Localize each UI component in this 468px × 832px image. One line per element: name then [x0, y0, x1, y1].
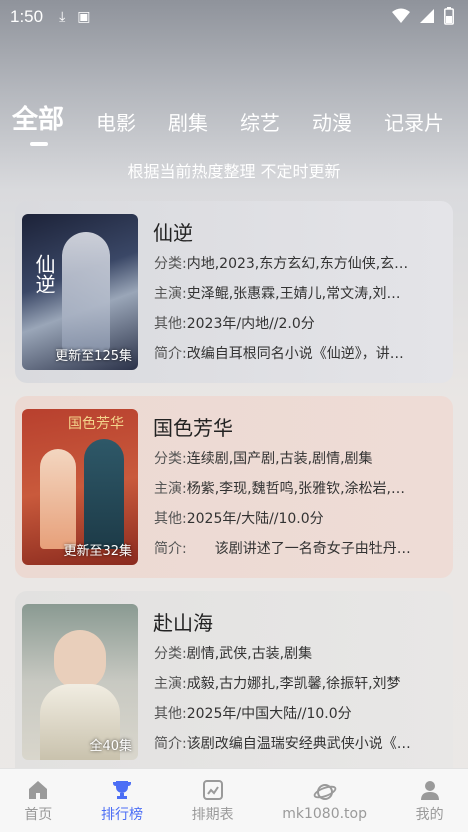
- cast-row: 主演:史泽鲲,张惠霖,王婧儿,常文涛,刘…: [154, 283, 444, 303]
- nav-schedule[interactable]: 排期表: [192, 778, 234, 824]
- wifi-icon: [392, 8, 410, 23]
- nav-ranking-label: 排行榜: [100, 806, 143, 823]
- intro-label: 简介:: [154, 346, 187, 362]
- category-tabs: 全部 电影 剧集 综艺 动漫 记录片: [0, 96, 468, 146]
- other-label: 其他:: [154, 316, 187, 332]
- nav-mine-label: 我的: [415, 806, 444, 823]
- intro-value: 改编自耳根同名小说《仙逆》，讲…: [186, 346, 404, 362]
- other-label: 其他:: [154, 511, 187, 527]
- intro-label: 简介:: [154, 541, 187, 557]
- bottom-nav: 首页 排行榜 排期表 mk1080.top 我的: [0, 768, 468, 832]
- category-label: 分类:: [154, 646, 187, 662]
- cast-label: 主演:: [154, 676, 187, 692]
- drama-card[interactable]: 全40集 赴山海 分类:剧情,武侠,古装,剧集 主演:成毅,古力娜扎,李凯馨,徐…: [15, 591, 453, 781]
- cast-value: 史泽鲲,张惠霖,王婧儿,常文涛,刘…: [186, 286, 401, 302]
- tab-all[interactable]: 全部: [12, 99, 64, 146]
- nav-home-label: 首页: [24, 806, 53, 823]
- poster-figure: [84, 439, 124, 549]
- category-value: 内地,2023,东方玄幻,东方仙侠,玄…: [186, 256, 409, 272]
- schedule-icon: [202, 779, 223, 800]
- poster-figure: [62, 232, 110, 352]
- other-value: 2025年/大陆//10.0分: [186, 511, 324, 527]
- intro-row: 简介:改编自耳根同名小说《仙逆》，讲…: [154, 343, 444, 363]
- other-row: 其他:2023年/内地//2.0分: [154, 313, 444, 333]
- episode-badge: 更新至125集: [55, 349, 132, 364]
- planet-icon: [313, 783, 336, 800]
- intro-value: 该剧讲述了一名奇女子由牡丹…: [186, 541, 411, 557]
- poster-image: 全40集: [22, 604, 138, 760]
- drama-card[interactable]: 仙逆 更新至125集 仙逆 分类:内地,2023,东方玄幻,东方仙侠,玄… 主演…: [15, 201, 453, 383]
- other-label: 其他:: [154, 706, 187, 722]
- status-time: 1:50: [10, 7, 44, 26]
- poster-image: 仙逆 更新至125集: [22, 214, 138, 370]
- notification-icon: ▣: [77, 9, 91, 25]
- tab-movie[interactable]: 电影: [96, 107, 136, 144]
- intro-label: 简介:: [154, 736, 187, 752]
- poster-image: 国色芳华 更新至32集: [22, 409, 138, 565]
- episode-badge: 更新至32集: [63, 544, 132, 559]
- card-title: 仙逆: [153, 221, 193, 245]
- poster-figure: [54, 630, 106, 690]
- category-row: 分类:连续剧,国产剧,古装,剧情,剧集: [154, 448, 444, 468]
- nav-mine[interactable]: 我的: [416, 778, 444, 824]
- signal-icon: [420, 9, 434, 23]
- tab-anime[interactable]: 动漫: [312, 107, 352, 144]
- intro-row: 简介:该剧改编自温瑞安经典武侠小说《…: [154, 733, 444, 753]
- tab-series[interactable]: 剧集: [168, 107, 208, 144]
- other-value: 2023年/内地//2.0分: [186, 316, 315, 332]
- other-row: 其他:2025年/大陆//10.0分: [154, 508, 444, 528]
- drama-card[interactable]: 国色芳华 更新至32集 国色芳华 分类:连续剧,国产剧,古装,剧情,剧集 主演:…: [15, 396, 453, 578]
- nav-site-label: mk1080.top: [282, 805, 367, 822]
- home-icon: [29, 780, 48, 799]
- cast-label: 主演:: [154, 286, 187, 302]
- other-row: 其他:2025年/中国大陆//10.0分: [154, 703, 444, 723]
- other-value: 2025年/中国大陆//10.0分: [186, 706, 352, 722]
- ranking-subtitle: 根据当前热度整理 不定时更新: [127, 162, 341, 181]
- category-row: 分类:剧情,武侠,古装,剧集: [154, 643, 444, 663]
- nav-home[interactable]: 首页: [24, 778, 52, 824]
- poster-figure: [40, 449, 76, 549]
- cast-row: 主演:杨紫,李现,魏哲鸣,张雅钦,涂松岩,…: [154, 478, 444, 498]
- intro-row: 简介: 该剧讲述了一名奇女子由牡丹…: [154, 538, 444, 558]
- cast-value: 杨紫,李现,魏哲鸣,张雅钦,涂松岩,…: [186, 481, 405, 497]
- category-value: 连续剧,国产剧,古装,剧情,剧集: [186, 451, 373, 467]
- category-label: 分类:: [154, 451, 187, 467]
- poster-title: 国色芳华: [68, 416, 124, 432]
- status-icons: [392, 7, 454, 25]
- card-title: 赴山海: [153, 611, 213, 635]
- poster-title: 仙逆: [32, 254, 56, 294]
- card-title: 国色芳华: [153, 416, 233, 440]
- trophy-icon: [112, 780, 131, 799]
- cast-value: 成毅,古力娜扎,李凯馨,徐振轩,刘梦: [186, 676, 401, 692]
- tab-variety[interactable]: 综艺: [240, 107, 280, 144]
- tab-documentary[interactable]: 记录片: [384, 107, 444, 144]
- nav-ranking[interactable]: 排行榜: [101, 778, 143, 824]
- category-label: 分类:: [154, 256, 187, 272]
- user-icon: [420, 780, 439, 800]
- cast-row: 主演:成毅,古力娜扎,李凯馨,徐振轩,刘梦: [154, 673, 444, 693]
- intro-value: 该剧改编自温瑞安经典武侠小说《…: [186, 736, 411, 752]
- nav-schedule-label: 排期表: [191, 806, 234, 823]
- cast-label: 主演:: [154, 481, 187, 497]
- category-row: 分类:内地,2023,东方玄幻,东方仙侠,玄…: [154, 253, 444, 273]
- download-icon: ⤓: [59, 9, 66, 25]
- battery-icon: [444, 7, 454, 25]
- category-value: 剧情,武侠,古装,剧集: [186, 646, 313, 662]
- nav-site[interactable]: mk1080.top: [282, 780, 367, 822]
- episode-badge: 全40集: [89, 739, 132, 754]
- status-bar: 1:50 ⤓ ▣: [0, 0, 468, 34]
